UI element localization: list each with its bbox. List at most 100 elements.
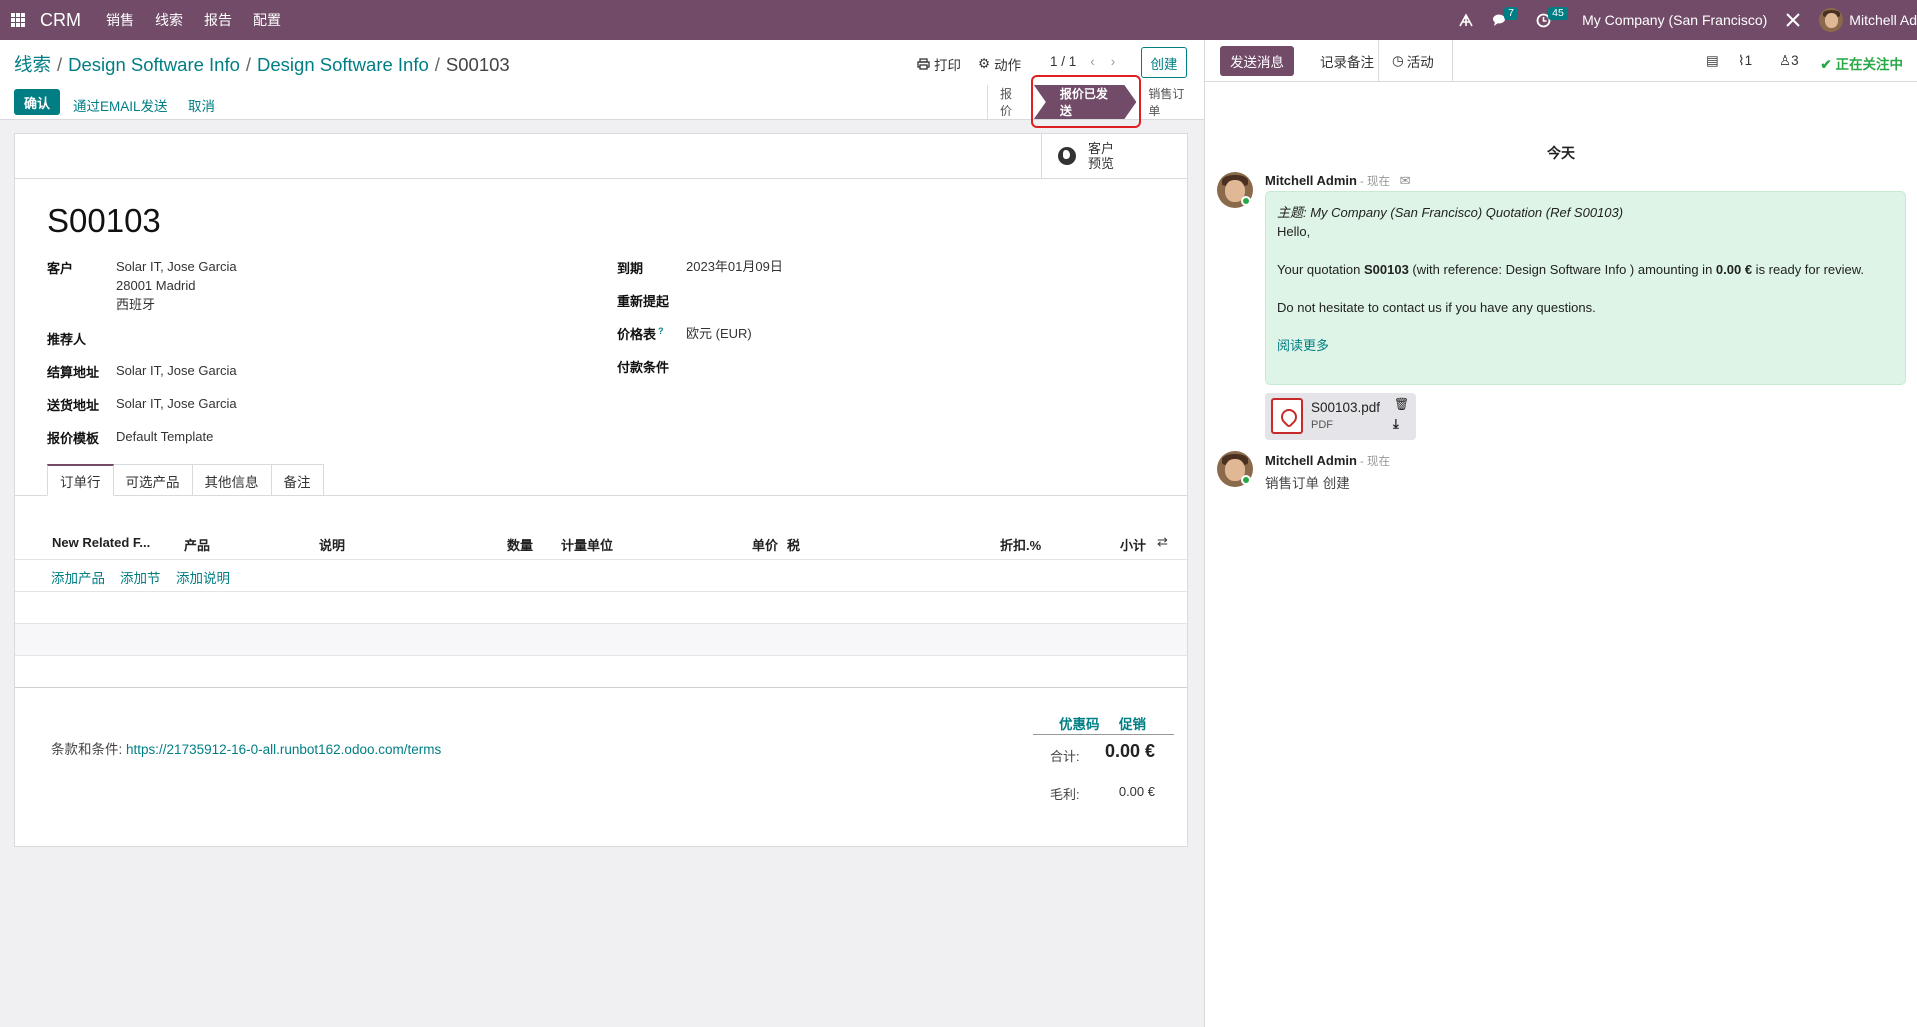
attachment-card[interactable]: S00103.pdf PDF 🗑 ⤓ — [1265, 393, 1416, 440]
activity-button[interactable]: ◷ 活动 — [1382, 46, 1444, 76]
column-subtotal[interactable]: 小计 — [1120, 535, 1146, 554]
menu-reporting[interactable]: 报告 — [204, 10, 232, 30]
promotion-button[interactable]: 促销 — [1119, 713, 1146, 733]
order-name: S00103 — [47, 202, 161, 239]
breadcrumb: 线索 / Design Software Info / Design Software … — [14, 54, 510, 75]
print-button[interactable]: 打印 — [917, 54, 961, 74]
column-description[interactable]: 说明 — [319, 535, 345, 554]
trash-icon[interactable]: 🗑 — [1394, 397, 1409, 411]
menu-sales[interactable]: 销售 — [106, 10, 134, 30]
status-sales-order[interactable]: 销售订单 — [1136, 85, 1204, 119]
help-tooltip-icon[interactable]: ? — [658, 326, 664, 336]
pager-next-icon[interactable]: › — [1111, 54, 1116, 69]
control-panel: 线索 / Design Software Info / Design Software … — [0, 40, 1204, 120]
expiration-field[interactable]: 2023年01月09日 — [686, 257, 783, 276]
quotation-template-label: 报价模板 — [47, 431, 100, 446]
recurrence-label: 重新提起 — [617, 294, 670, 309]
action-button[interactable]: ⚙ 动作 — [978, 54, 1021, 74]
delivery-address-label: 送货地址 — [47, 398, 100, 413]
read-more-link[interactable]: 阅读更多 — [1277, 336, 1894, 355]
send-message-button[interactable]: 发送消息 — [1220, 46, 1294, 76]
terms-and-conditions: 条款和条件: https://21735912-16-0-all.runbot1… — [51, 742, 442, 757]
download-icon[interactable]: ⤓ — [1393, 416, 1399, 432]
optional-columns-icon[interactable]: ⇄ — [1157, 534, 1168, 550]
create-button[interactable]: 创建 — [1141, 47, 1187, 78]
invoice-address-field[interactable]: Solar IT, Jose Garcia — [116, 361, 237, 380]
terms-link[interactable]: https://21735912-16-0-all.runbot162.odoo… — [126, 742, 441, 757]
margin-label: 毛利: — [1050, 787, 1080, 802]
cancel-button[interactable]: 取消 — [188, 95, 215, 115]
pricelist-field[interactable]: 欧元 (EUR) — [686, 324, 752, 343]
apps-menu-icon[interactable] — [11, 13, 25, 27]
breadcrumb-leads[interactable]: 线索 — [14, 54, 51, 75]
support-icon[interactable] — [1458, 12, 1474, 28]
followers-button[interactable]: ♙3 — [1779, 53, 1799, 69]
quotation-template-field[interactable]: Default Template — [116, 427, 213, 446]
clock-icon: ◷ — [1392, 53, 1404, 68]
row-divider — [15, 591, 1187, 592]
log-note-button[interactable]: 记录备注 — [1310, 46, 1384, 76]
referrer-field[interactable] — [116, 328, 536, 347]
print-icon — [917, 58, 930, 70]
customer-field[interactable]: Solar IT, Jose Garcia 28001 Madrid 西班牙 — [116, 257, 237, 314]
messages-icon[interactable]: 7 — [1492, 6, 1518, 28]
delivery-address-field[interactable]: Solar IT, Jose Garcia — [116, 394, 237, 413]
message-subject: 主题: My Company (San Francisco) Quotation… — [1277, 205, 1624, 220]
tab-notes[interactable]: 备注 — [270, 464, 324, 496]
payment-terms-field[interactable] — [686, 356, 1166, 375]
pager-prev-icon[interactable]: ‹ — [1090, 54, 1095, 69]
column-uom[interactable]: 计量单位 — [561, 535, 613, 554]
attachment-type: PDF — [1311, 419, 1333, 431]
message-body: Your quotation S00103 (with reference: D… — [1277, 262, 1865, 277]
action-row: 确认 通过EMAIL发送 取消 报价 报价已发送 销售订单 — [0, 85, 1204, 119]
activities-icon[interactable]: 45 — [1536, 6, 1568, 28]
pdf-icon — [1271, 398, 1303, 434]
column-quantity[interactable]: 数量 — [507, 535, 533, 554]
following-button[interactable]: ✔ 正在关注中 — [1820, 53, 1903, 73]
message-greeting: Hello, — [1277, 224, 1311, 239]
highlight-box — [1031, 75, 1141, 128]
message-bubble: 主题: My Company (San Francisco) Quotation… — [1265, 191, 1906, 385]
tab-optional-products[interactable]: 可选产品 — [112, 464, 193, 496]
recurrence-field[interactable] — [686, 290, 1166, 309]
status-quotation[interactable]: 报价 — [987, 85, 1034, 119]
message-contact: Do not hesitate to contact us if you hav… — [1277, 300, 1596, 315]
empty-row — [15, 623, 1187, 655]
attachments-button[interactable]: ⌇1 — [1738, 53, 1752, 69]
user-menu[interactable]: Mitchell Ad — [1819, 8, 1917, 32]
breadcrumb-lead-2[interactable]: Design Software Info — [257, 54, 429, 75]
message-author: Mitchell Admin - 现在 — [1265, 453, 1390, 468]
confirm-button[interactable]: 确认 — [14, 89, 61, 115]
breadcrumb-lead[interactable]: Design Software Info — [68, 54, 240, 75]
user-avatar — [1819, 8, 1844, 32]
invoice-address-label: 结算地址 — [47, 365, 100, 380]
globe-icon — [1058, 147, 1076, 165]
column-discount[interactable]: 折扣.% — [1000, 535, 1041, 554]
column-unit-price[interactable]: 单价 — [752, 535, 778, 554]
menu-configuration[interactable]: 配置 — [253, 10, 281, 30]
menu-leads[interactable]: 线索 — [155, 10, 183, 30]
add-note-link[interactable]: 添加说明 — [176, 567, 230, 587]
book-icon[interactable]: ▤ — [1706, 53, 1719, 69]
tab-other-info[interactable]: 其他信息 — [191, 464, 272, 496]
column-taxes[interactable]: 税 — [787, 535, 800, 554]
add-section-link[interactable]: 添加节 — [120, 567, 161, 587]
header-divider — [15, 559, 1187, 560]
tab-order-lines[interactable]: 订单行 — [47, 464, 114, 496]
column-new-related-field[interactable]: New Related F... — [52, 535, 150, 550]
pager[interactable]: 1 / 1 ‹ › — [1050, 54, 1115, 69]
expiration-label: 到期 — [617, 261, 644, 276]
divider — [1452, 40, 1453, 82]
coupon-button[interactable]: 优惠码 — [1059, 713, 1100, 733]
column-product[interactable]: 产品 — [184, 535, 210, 554]
app-name[interactable]: CRM — [40, 10, 81, 31]
message-time: - 现在 — [1359, 456, 1390, 468]
customer-preview-button[interactable]: 客户 预览 — [1041, 134, 1187, 178]
top-navbar: CRM 销售 线索 报告 配置 7 45 My Company (San Fra… — [0, 0, 1917, 40]
chatter: 发送消息 记录备注 ◷ 活动 ▤ ⌇1 ♙3 ✔ 正在关注中 今天 Mitchel… — [1205, 40, 1917, 1027]
debug-tools-icon[interactable] — [1785, 12, 1801, 28]
add-product-link[interactable]: 添加产品 — [51, 567, 105, 587]
form-sheet: 客户 预览 S00103 客户 Solar IT, Jose Garcia 280… — [14, 133, 1188, 847]
send-email-button[interactable]: 通过EMAIL发送 — [73, 95, 168, 115]
company-switcher[interactable]: My Company (San Francisco) — [1582, 12, 1767, 28]
